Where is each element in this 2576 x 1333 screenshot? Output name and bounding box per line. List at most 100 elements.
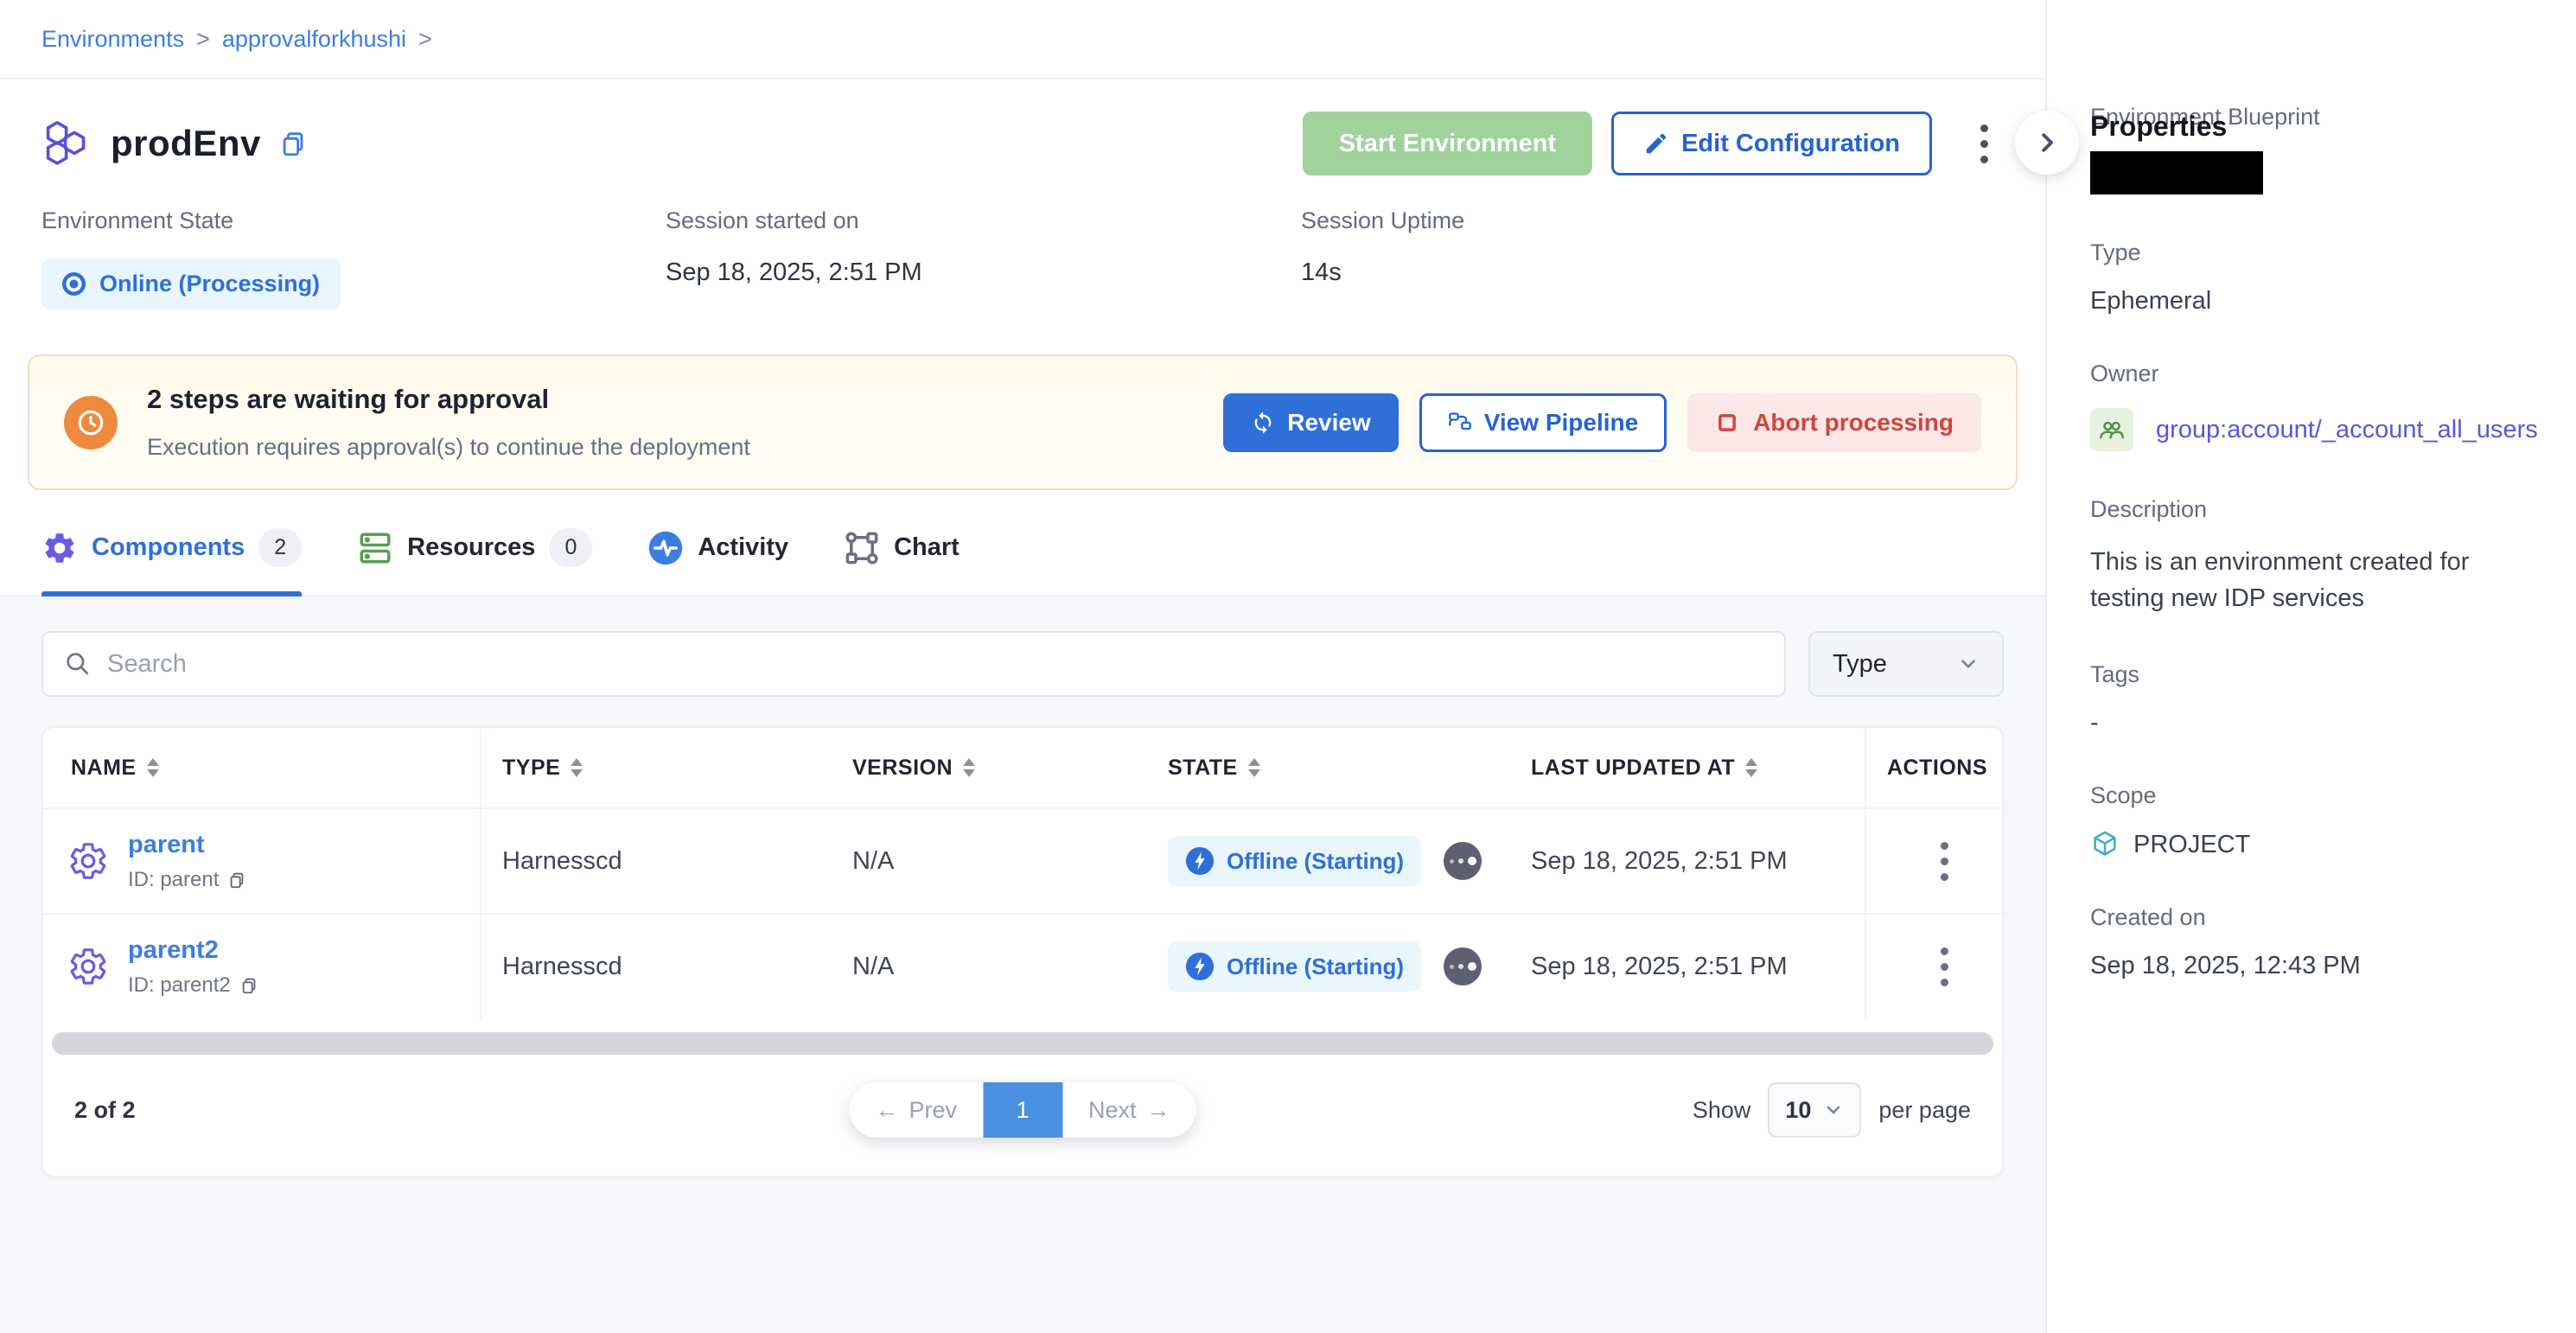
online-status-icon — [62, 272, 86, 296]
approval-banner-title: 2 steps are waiting for approval — [147, 384, 750, 415]
tab-components-count: 2 — [258, 528, 302, 567]
page: Environments > approvalforkhushi > prodE… — [0, 0, 2576, 1333]
status-row: Environment State Online (Processing) Se… — [0, 192, 2045, 349]
component-name-link[interactable]: parent — [128, 831, 246, 859]
title-row: prodEnv Start Environment Edit Configura… — [0, 80, 2045, 192]
prev-page-button[interactable]: ←Prev — [849, 1082, 983, 1138]
breadcrumb-separator: > — [418, 26, 432, 53]
owner-link[interactable]: group:account/_account_all_users — [2156, 416, 2538, 444]
tab-chart-label: Chart — [894, 533, 960, 562]
type-filter-dropdown[interactable]: Type — [1808, 631, 2004, 697]
column-header-version[interactable]: VERSION — [832, 728, 1147, 807]
search-input[interactable] — [107, 650, 1763, 679]
component-version: N/A — [832, 915, 1147, 1018]
approval-banner-subtitle: Execution requires approval(s) to contin… — [147, 434, 750, 461]
page-size-control: Show 10 per page — [1693, 1082, 1971, 1138]
sort-icon — [1248, 758, 1260, 777]
copy-title-icon[interactable] — [278, 129, 308, 158]
component-state: Offline (Starting) — [1147, 915, 1510, 1018]
cube-icon — [2090, 830, 2120, 859]
banner-actions: Review View Pipeline Abort processing — [1223, 393, 1981, 452]
component-state: Offline (Starting) — [1147, 809, 1510, 913]
tab-resources-count: 0 — [549, 528, 592, 567]
refresh-icon — [1251, 411, 1275, 435]
search-icon — [64, 650, 92, 678]
type-label: Type — [2090, 239, 2538, 266]
tab-activity[interactable]: Activity — [647, 530, 788, 594]
table-row: parent2 ID: parent2 Harnesscd N/A Offlin… — [43, 913, 2002, 1018]
type-group: Type Ephemeral — [2090, 239, 2538, 316]
tab-resources[interactable]: Resources 0 — [357, 528, 592, 595]
column-header-state[interactable]: STATE — [1147, 728, 1510, 807]
description-value: This is an environment created for testi… — [2090, 544, 2505, 616]
next-page-button[interactable]: Next→ — [1062, 1082, 1196, 1138]
column-header-last-updated[interactable]: LAST UPDATED AT — [1510, 728, 1865, 807]
component-type: Harnesscd — [481, 915, 832, 1018]
environment-state-badge: Online (Processing) — [41, 258, 341, 309]
column-header-name[interactable]: NAME — [43, 728, 481, 807]
blueprint-value-redacted — [2090, 151, 2263, 195]
chevron-down-icon — [1823, 1100, 1844, 1120]
components-table: NAME TYPE VERSION STATE LAST UPDATED AT … — [41, 726, 2004, 1177]
current-page-button[interactable]: 1 — [983, 1082, 1062, 1138]
description-label: Description — [2090, 496, 2538, 523]
start-environment-button[interactable]: Start Environment — [1303, 112, 1592, 175]
per-page-label: per page — [1878, 1097, 1971, 1124]
component-updated-at: Sep 18, 2025, 2:51 PM — [1510, 809, 1865, 913]
table-toolbar: Type — [41, 631, 2004, 697]
view-pipeline-button[interactable]: View Pipeline — [1419, 393, 1667, 452]
server-stack-icon — [357, 530, 393, 566]
flowchart-icon — [844, 530, 880, 566]
component-gear-icon — [67, 840, 109, 882]
edit-configuration-button[interactable]: Edit Configuration — [1611, 112, 1932, 175]
description-group: Description This is an environment creat… — [2090, 496, 2538, 616]
page-size-dropdown[interactable]: 10 — [1768, 1082, 1861, 1138]
scope-value: PROJECT — [2133, 831, 2250, 859]
copy-icon[interactable] — [239, 976, 258, 995]
properties-title: Properties — [2090, 111, 2227, 143]
search-box — [41, 631, 1786, 697]
created-group: Created on Sep 18, 2025, 12:43 PM — [2090, 904, 2538, 980]
state-loading-icon[interactable] — [1444, 947, 1482, 985]
environment-state-label: Environment State — [41, 207, 666, 234]
component-name-link[interactable]: parent2 — [128, 936, 258, 965]
tab-resources-label: Resources — [407, 533, 535, 562]
clock-icon — [64, 396, 118, 450]
tab-chart[interactable]: Chart — [844, 530, 960, 594]
created-label: Created on — [2090, 904, 2538, 931]
table-row: parent ID: parent Harnesscd N/A Offline … — [43, 807, 2002, 913]
offline-state-badge: Offline (Starting) — [1168, 836, 1421, 886]
sort-icon — [1745, 758, 1757, 777]
owner-label: Owner — [2090, 360, 2538, 387]
sort-icon — [963, 758, 975, 777]
chevron-down-icon — [1957, 653, 1980, 675]
sort-icon — [147, 758, 159, 777]
row-actions-menu-icon[interactable] — [1925, 935, 1964, 998]
tab-components[interactable]: Components 2 — [41, 528, 302, 595]
header-section: prodEnv Start Environment Edit Configura… — [0, 80, 2045, 596]
session-started-value: Sep 18, 2025, 2:51 PM — [666, 258, 1301, 287]
breadcrumb: Environments > approvalforkhushi > — [0, 0, 2045, 80]
state-loading-icon[interactable] — [1444, 842, 1482, 880]
abort-processing-button[interactable]: Abort processing — [1687, 393, 1981, 452]
component-version: N/A — [832, 809, 1147, 913]
header-more-menu-icon[interactable] — [1965, 112, 2004, 175]
scope-group: Scope PROJECT — [2090, 782, 2538, 859]
component-updated-at: Sep 18, 2025, 2:51 PM — [1510, 915, 1865, 1018]
title-actions: Start Environment Edit Configuration — [1303, 112, 2004, 175]
breadcrumb-separator: > — [196, 26, 210, 53]
pencil-icon — [1643, 131, 1669, 156]
tags-value: - — [2090, 709, 2538, 737]
column-header-type[interactable]: TYPE — [481, 728, 832, 807]
horizontal-scrollbar[interactable] — [52, 1032, 1993, 1055]
breadcrumb-project[interactable]: approvalforkhushi — [222, 26, 406, 53]
row-actions-menu-icon[interactable] — [1925, 830, 1964, 893]
collapse-panel-button[interactable] — [2015, 111, 2079, 175]
review-button[interactable]: Review — [1223, 393, 1399, 452]
copy-icon[interactable] — [227, 871, 246, 890]
breadcrumb-environments[interactable]: Environments — [41, 26, 184, 53]
components-tab-content: Type NAME TYPE VERSION STATE LAST UPDATE… — [0, 596, 2045, 1177]
scope-label: Scope — [2090, 782, 2538, 809]
pager: ←Prev 1 Next→ — [849, 1082, 1196, 1138]
column-header-actions: ACTIONS — [1865, 728, 2002, 807]
